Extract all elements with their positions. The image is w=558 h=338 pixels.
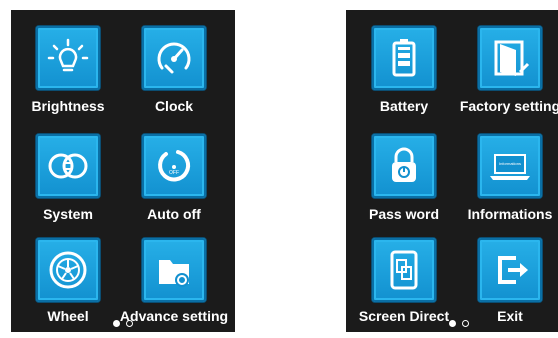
clock-icon xyxy=(157,42,191,74)
informations-button[interactable]: Informations xyxy=(478,134,542,198)
svg-text:OFF: OFF xyxy=(169,170,179,176)
page-indicator xyxy=(346,320,558,330)
informations-icon: Informations xyxy=(490,154,530,180)
exit-icon xyxy=(498,256,528,284)
password-button[interactable] xyxy=(372,134,436,198)
advance-setting-icon xyxy=(159,260,189,287)
brightness-button[interactable] xyxy=(36,26,100,90)
informations-label: Informations xyxy=(467,206,553,222)
screen-direct-icon xyxy=(390,250,418,290)
wheel-button[interactable] xyxy=(36,238,100,302)
menu-screen-page-1: Brightness Clock System OFF Auto off Whe… xyxy=(11,10,235,332)
battery-button[interactable] xyxy=(372,26,436,90)
exit-button[interactable] xyxy=(478,238,542,302)
page-indicator xyxy=(11,320,235,330)
page-dot-inactive[interactable] xyxy=(126,320,133,327)
brightness-icon xyxy=(47,38,89,72)
factory-setting-icon xyxy=(494,40,530,76)
advance-setting-button[interactable] xyxy=(142,238,206,302)
battery-icon xyxy=(392,39,416,77)
factory-setting-button[interactable] xyxy=(478,26,542,90)
system-icon xyxy=(48,153,88,179)
clock-label: Clock xyxy=(154,98,194,114)
page-dot-inactive[interactable] xyxy=(462,320,469,327)
auto-off-label: Auto off xyxy=(147,206,201,222)
informations-screen-text: Informations xyxy=(499,161,521,166)
clock-button[interactable] xyxy=(142,26,206,90)
auto-off-icon: OFF xyxy=(158,150,191,182)
system-button[interactable] xyxy=(36,134,100,198)
factory-setting-label: Factory setting xyxy=(459,98,558,114)
page-dot-active[interactable] xyxy=(113,320,120,327)
page-dot-active[interactable] xyxy=(449,320,456,327)
wheel-icon xyxy=(49,251,87,289)
screen-direct-button[interactable] xyxy=(372,238,436,302)
password-icon xyxy=(392,147,416,182)
auto-off-button[interactable]: OFF xyxy=(142,134,206,198)
menu-screen-page-2: Battery Factory setting Pass word Inform… xyxy=(346,10,558,332)
